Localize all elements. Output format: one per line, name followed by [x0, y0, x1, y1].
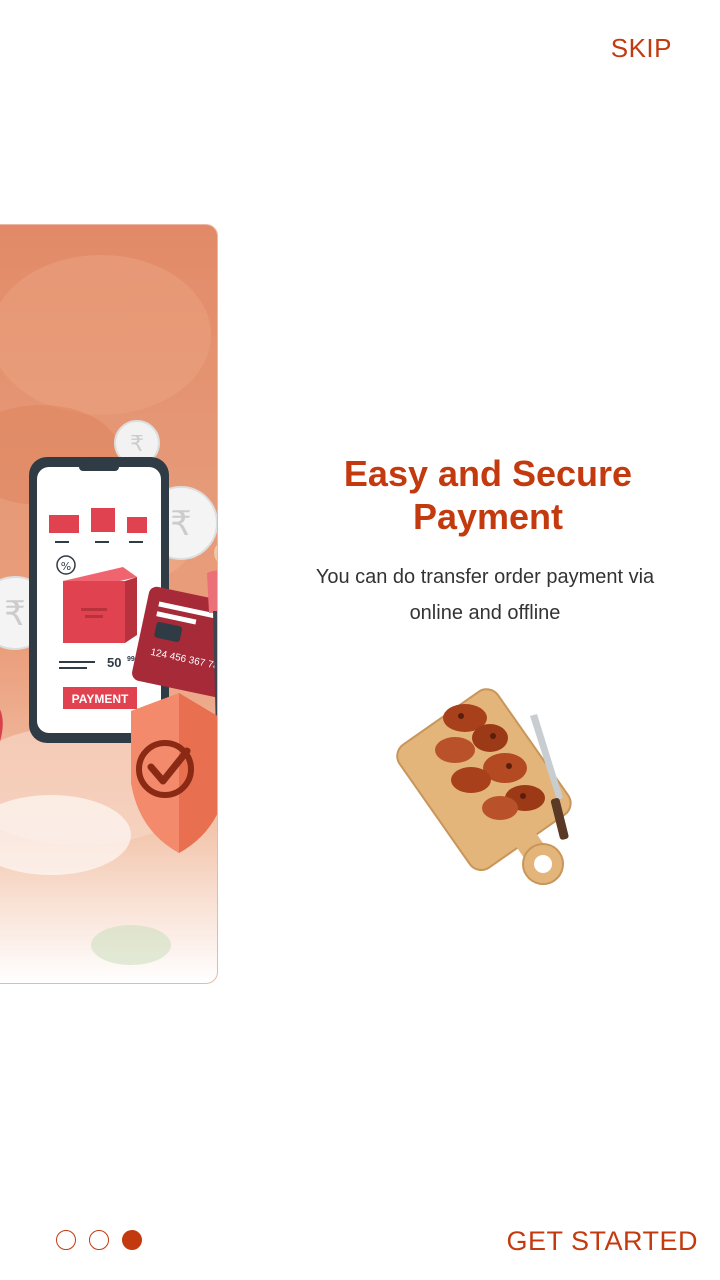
skip-button[interactable]: SKIP [611, 30, 672, 66]
onboarding-title: Easy and Secure Payment [343, 453, 633, 537]
get-started-button[interactable]: GET STARTED [506, 1222, 698, 1260]
payment-illustration-card: ₹ ₹ ₹ % 50 99 PAYMENT 124 456 367 789 [0, 224, 218, 984]
svg-text:50: 50 [107, 655, 121, 670]
page-dot-1[interactable] [56, 1230, 76, 1250]
grilled-chicken-board-image [396, 688, 572, 886]
svg-text:PAYMENT: PAYMENT [72, 692, 129, 706]
svg-text:₹: ₹ [4, 594, 26, 634]
page-dot-2[interactable] [89, 1230, 109, 1250]
svg-text:99: 99 [127, 656, 135, 663]
onboarding-subtitle: You can do transfer order payment via on… [315, 566, 655, 624]
svg-text:%: % [61, 560, 71, 573]
page-dot-3-active[interactable] [122, 1230, 142, 1250]
onboarding-screen: SKIP ₹ ₹ ₹ % 50 99 PAYMENT 124 456 367 7… [0, 0, 720, 1280]
svg-text:₹: ₹ [170, 504, 192, 544]
svg-text:₹: ₹ [130, 432, 144, 457]
payment-illustration: ₹ ₹ ₹ % 50 99 PAYMENT 124 456 367 789 [0, 255, 217, 965]
leaf-icon [0, 709, 3, 742]
page-indicator [56, 1230, 142, 1250]
